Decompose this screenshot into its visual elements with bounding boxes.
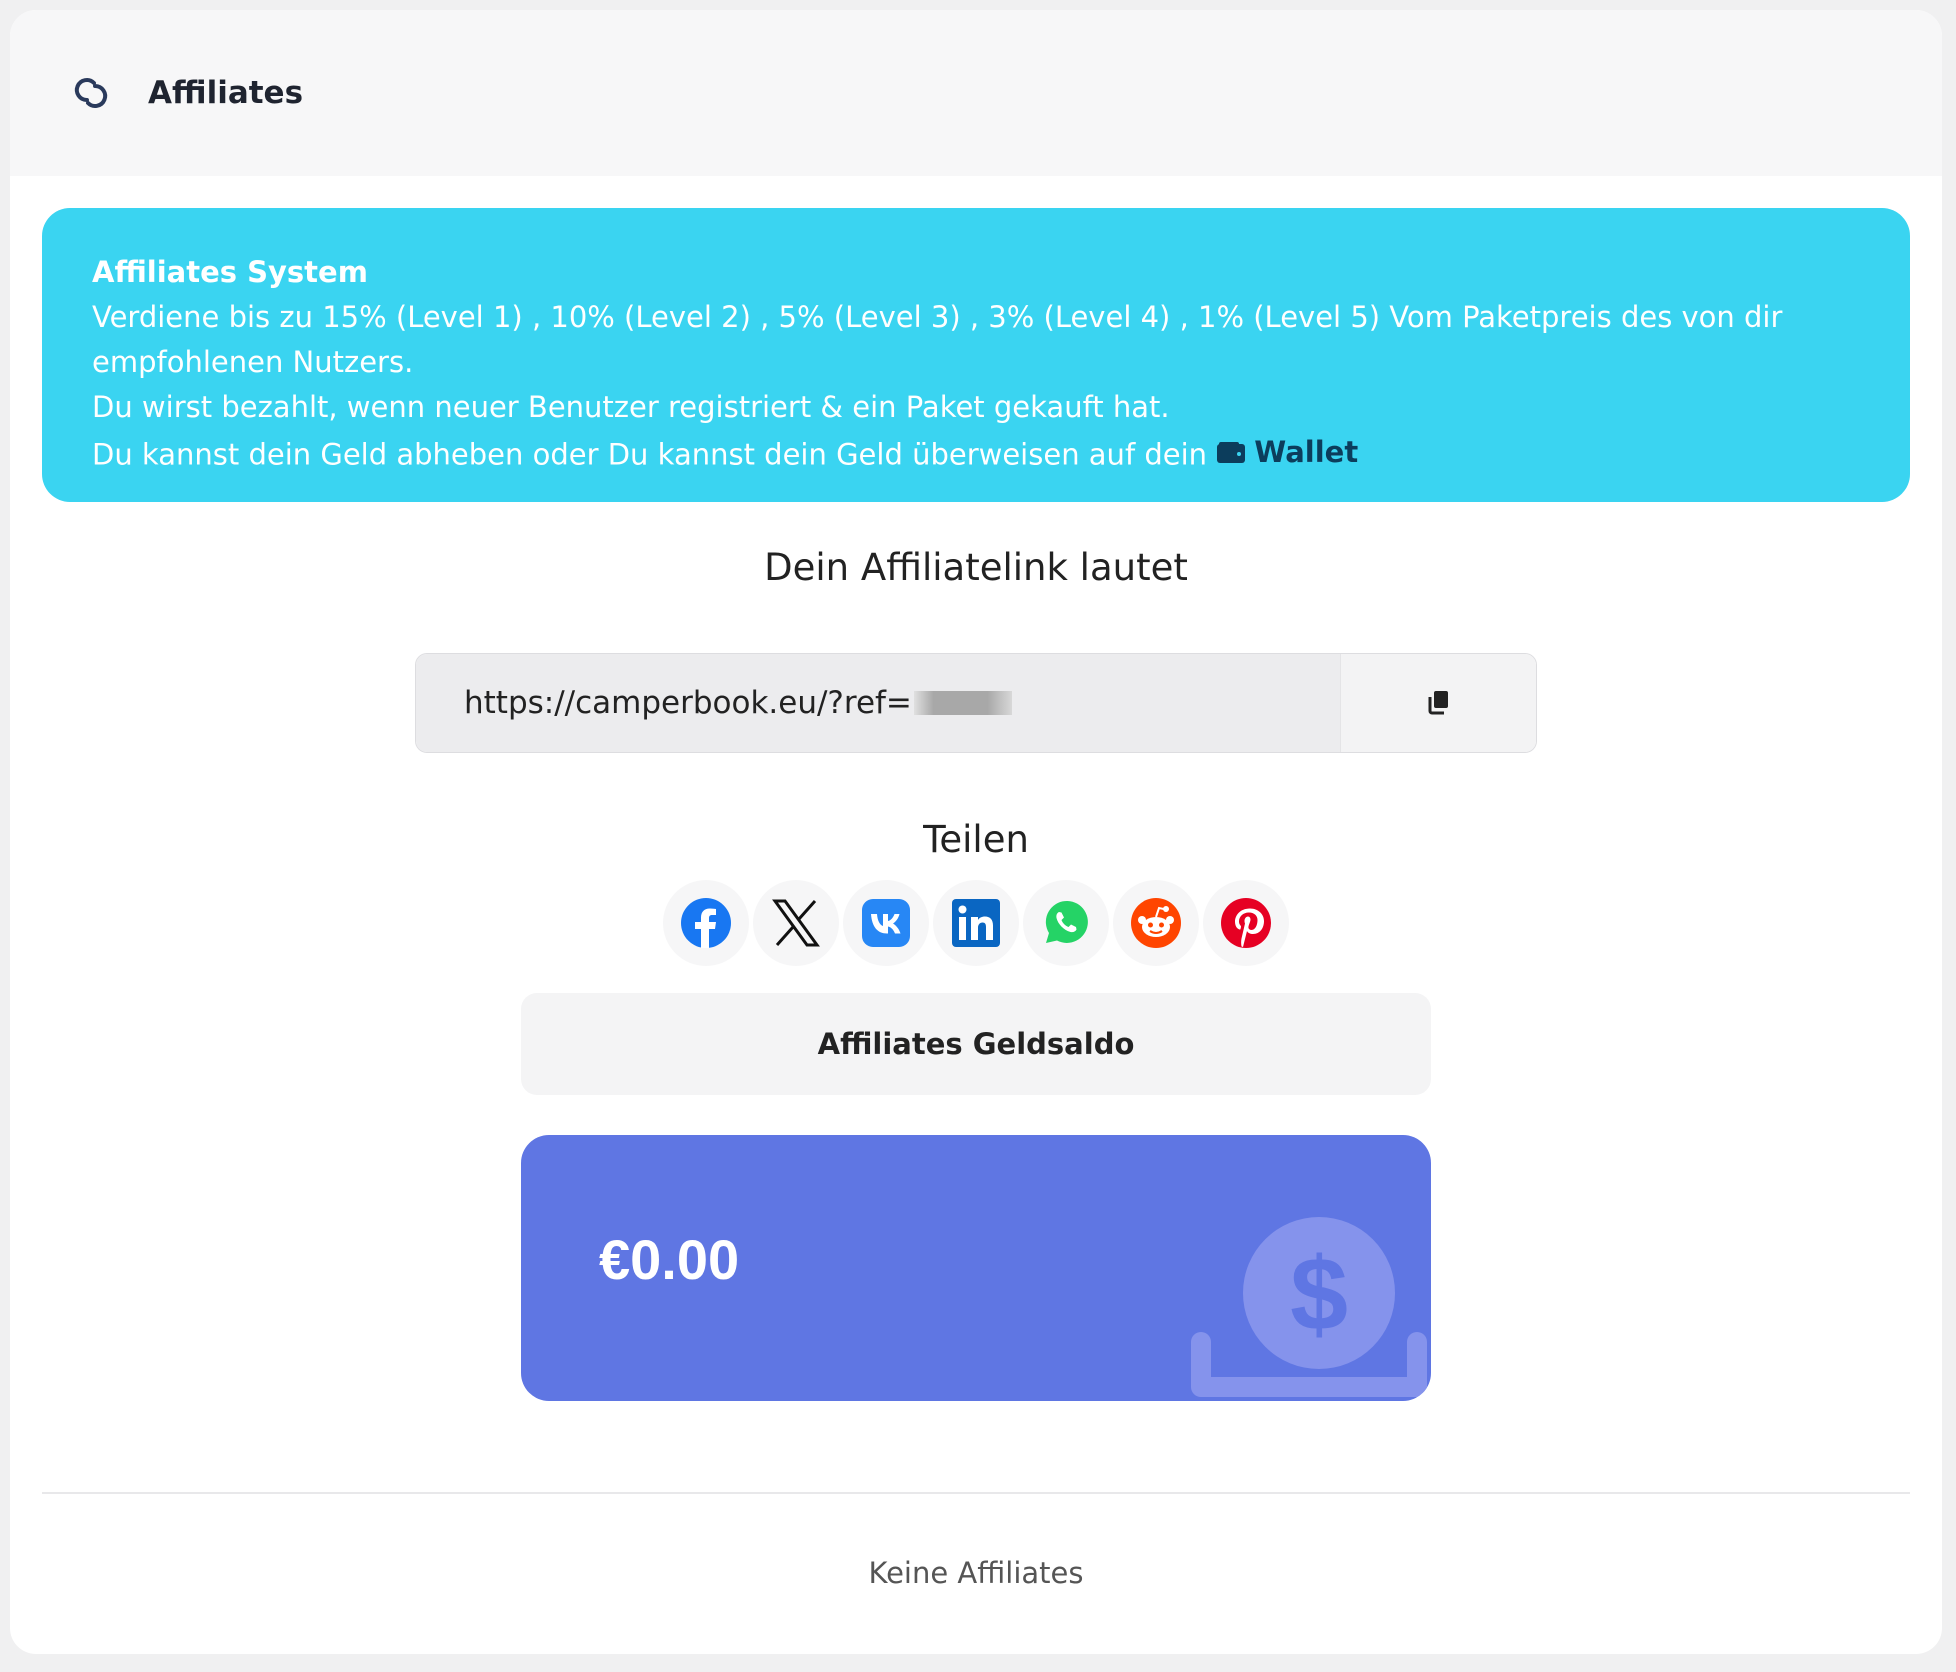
info-withdraw-label: Du kannst dein Geld abheben oder Du kann… xyxy=(92,437,1208,472)
money-hand-icon: $ xyxy=(1191,1217,1427,1397)
affiliate-link-value: https://camperbook.eu/?ref= xyxy=(464,685,912,721)
redacted-ref-code xyxy=(913,691,1012,715)
affiliates-info-box: Affiliates System Verdiene bis zu 15% (L… xyxy=(42,208,1910,502)
balance-card: €0.00 $ xyxy=(521,1135,1431,1401)
page-title: Affiliates xyxy=(148,75,304,111)
balance-amount: €0.00 xyxy=(599,1228,740,1291)
copy-link-button[interactable] xyxy=(1340,654,1536,752)
linkedin-icon xyxy=(952,899,1000,947)
pinterest-icon xyxy=(1221,898,1271,948)
affiliate-link-heading: Dein Affiliatelink lautet xyxy=(764,546,1188,589)
affiliates-card: Affiliates Affiliates System Verdiene bi… xyxy=(10,10,1942,1654)
x-icon xyxy=(772,899,820,947)
facebook-icon xyxy=(681,898,731,948)
svg-text:$: $ xyxy=(1290,1237,1348,1353)
affiliate-link-group: https://camperbook.eu/?ref= xyxy=(415,653,1537,753)
affiliate-link-field[interactable]: https://camperbook.eu/?ref= xyxy=(416,654,1340,752)
share-pinterest-button[interactable] xyxy=(1203,880,1289,966)
share-vk-button[interactable] xyxy=(843,880,929,966)
link-icon xyxy=(66,68,116,118)
share-linkedin-button[interactable] xyxy=(933,880,1019,966)
share-heading: Teilen xyxy=(923,818,1029,861)
share-x-button[interactable] xyxy=(753,880,839,966)
wallet-link-label: Wallet xyxy=(1254,435,1359,469)
info-payment-text: Du wirst bezahlt, wenn neuer Benutzer re… xyxy=(92,390,1170,424)
wallet-icon xyxy=(1217,441,1246,463)
info-withdraw-text: Du kannst dein Geld abheben oder Du kann… xyxy=(92,430,1860,478)
share-facebook-button[interactable] xyxy=(663,880,749,966)
no-affiliates-text: Keine Affiliates xyxy=(868,1556,1084,1590)
share-whatsapp-button[interactable] xyxy=(1023,880,1109,966)
share-buttons xyxy=(10,880,1942,966)
info-commission-text: Verdiene bis zu 15% (Level 1) , 10% (Lev… xyxy=(92,300,1783,379)
whatsapp-icon xyxy=(1045,900,1088,943)
info-title: Affiliates System xyxy=(92,255,368,289)
vk-icon xyxy=(862,899,910,947)
card-header: Affiliates xyxy=(10,10,1942,176)
balance-label: Affiliates Geldsaldo xyxy=(521,993,1431,1095)
share-reddit-button[interactable] xyxy=(1113,880,1199,966)
divider xyxy=(42,1492,1910,1494)
copy-icon xyxy=(1428,691,1448,715)
reddit-icon xyxy=(1131,898,1181,948)
wallet-link[interactable]: Wallet xyxy=(1216,430,1358,475)
